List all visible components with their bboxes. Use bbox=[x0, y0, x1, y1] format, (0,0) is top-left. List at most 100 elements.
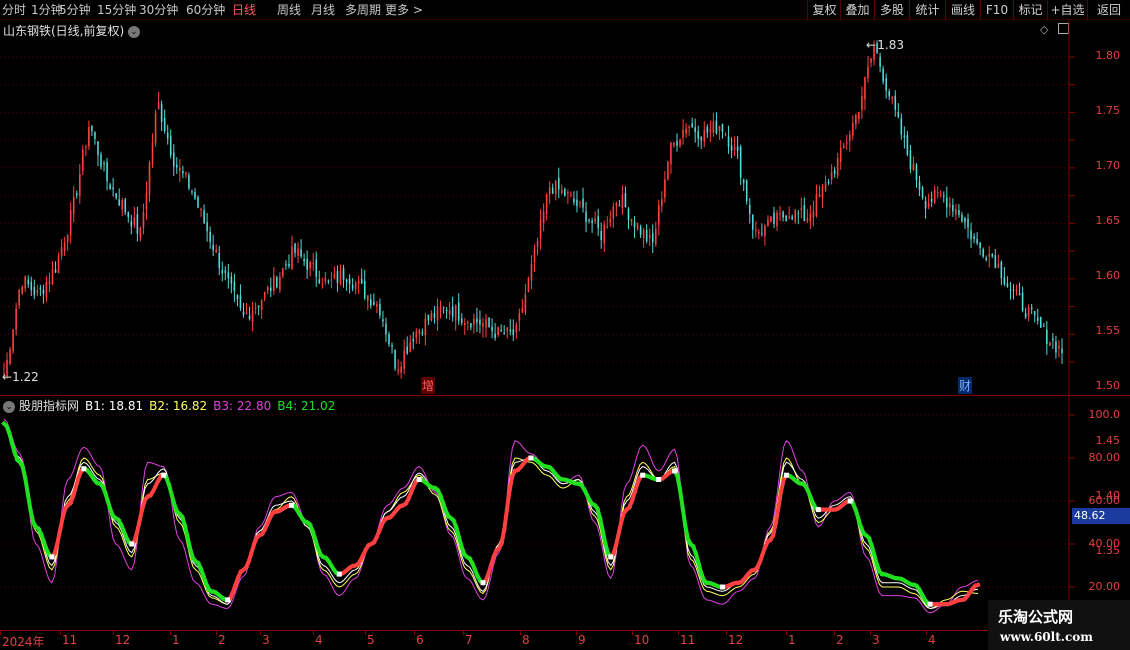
candle-body bbox=[1018, 293, 1021, 296]
candle-body bbox=[1061, 348, 1063, 354]
candle-body bbox=[524, 294, 527, 313]
candle-body bbox=[670, 142, 672, 165]
period-tab-3[interactable]: 15分钟 bbox=[97, 2, 136, 18]
period-tab-2[interactable]: 5分钟 bbox=[59, 2, 91, 18]
period-tab-1[interactable]: 1分钟 bbox=[31, 2, 63, 18]
toolbar-button-2[interactable]: 多股 bbox=[874, 0, 909, 20]
candle-body bbox=[906, 135, 909, 155]
toolbar-button-8[interactable]: 返回 bbox=[1087, 0, 1130, 20]
candle-body bbox=[142, 212, 145, 228]
date-label: 3 bbox=[262, 633, 270, 647]
toolbar-button-6[interactable]: 标记 bbox=[1013, 0, 1047, 20]
candle-body bbox=[527, 278, 530, 293]
candle-body bbox=[773, 212, 775, 224]
candle-body bbox=[991, 253, 994, 257]
candle-body bbox=[1003, 277, 1006, 285]
signal-marker bbox=[416, 477, 422, 482]
candle-body bbox=[624, 192, 627, 207]
candle-body bbox=[858, 112, 860, 119]
candle-body bbox=[891, 97, 894, 99]
candle-body bbox=[712, 121, 715, 133]
candle-body bbox=[921, 187, 924, 198]
candle-body bbox=[1006, 283, 1009, 287]
date-tick bbox=[834, 631, 835, 635]
toolbar-button-3[interactable]: 统计 bbox=[909, 0, 945, 20]
candle-body bbox=[321, 284, 324, 286]
date-tick bbox=[170, 631, 171, 635]
candle-body bbox=[118, 199, 120, 206]
candle-body bbox=[888, 91, 891, 97]
candle-body bbox=[348, 278, 351, 285]
candle-body bbox=[194, 191, 196, 199]
period-tab-8[interactable]: 月线 bbox=[311, 2, 335, 18]
candle-body bbox=[485, 319, 487, 328]
candle-body bbox=[30, 281, 33, 291]
candle-body bbox=[406, 346, 408, 354]
candle-body bbox=[370, 299, 372, 306]
candle-body bbox=[642, 230, 645, 239]
price-chart-panel[interactable]: 山东钢铁(日线,前复权) ⌄ ◇ 1.80 1.75 1.70 1.65 1.60 1.5… bbox=[0, 20, 1130, 612]
b4-segment bbox=[504, 487, 512, 512]
candle-body bbox=[664, 179, 666, 198]
candle-body bbox=[242, 311, 245, 315]
candle-body bbox=[727, 136, 730, 147]
price-tick-label: 1.70 bbox=[1095, 159, 1121, 172]
toolbar-button-1[interactable]: 叠加 bbox=[840, 0, 874, 20]
candle-body bbox=[24, 276, 27, 289]
date-label: 10 bbox=[634, 633, 650, 647]
candle-body bbox=[224, 270, 227, 273]
candle-body bbox=[818, 193, 821, 197]
candle-body bbox=[51, 269, 54, 284]
candlestick-chart[interactable] bbox=[0, 20, 1130, 395]
candle-body bbox=[288, 264, 290, 267]
toolbar-button-4[interactable]: 画线 bbox=[945, 0, 980, 20]
candle-body bbox=[88, 127, 90, 147]
candle-body bbox=[755, 229, 757, 232]
candle-body bbox=[157, 102, 160, 110]
period-tab-9[interactable]: 多周期 bbox=[345, 2, 381, 18]
signal-marker bbox=[656, 477, 662, 482]
candle-body bbox=[736, 146, 739, 151]
event-marker-zeng[interactable]: 增 bbox=[421, 377, 436, 394]
toolbar-button-0[interactable]: 复权 bbox=[807, 0, 841, 20]
candle-body bbox=[330, 279, 333, 281]
candle-body bbox=[197, 197, 199, 208]
candle-body bbox=[791, 216, 793, 220]
candle-body bbox=[1052, 338, 1054, 341]
candle-body bbox=[870, 58, 872, 63]
candle-body bbox=[379, 303, 381, 316]
period-tab-10[interactable]: 更多 > bbox=[385, 2, 423, 18]
candle-body bbox=[961, 214, 963, 222]
candle-body bbox=[612, 206, 615, 219]
candle-body bbox=[591, 220, 593, 224]
b4-segment bbox=[674, 473, 683, 492]
candle-body bbox=[60, 247, 63, 257]
period-tab-0[interactable]: 分时 bbox=[2, 2, 26, 18]
candle-body bbox=[227, 272, 230, 279]
candle-body bbox=[203, 210, 205, 224]
indicator-panel[interactable]: ⌄ 股朋指标网 B1: 18.81 B2: 16.82 B3: 22.80 B4: 21.… bbox=[0, 395, 1130, 631]
toolbar-button-5[interactable]: F10 bbox=[980, 0, 1013, 20]
period-tab-7[interactable]: 周线 bbox=[277, 2, 301, 18]
candle-body bbox=[136, 214, 139, 234]
period-tab-4[interactable]: 30分钟 bbox=[139, 2, 178, 18]
candle-body bbox=[115, 193, 117, 198]
candle-body bbox=[94, 132, 96, 139]
candle-body bbox=[748, 204, 751, 214]
period-tab-5[interactable]: 60分钟 bbox=[186, 2, 225, 18]
candle-body bbox=[654, 228, 657, 245]
toolbar-button-7[interactable]: +自选 bbox=[1047, 0, 1087, 20]
candle-body bbox=[542, 211, 545, 223]
candle-body bbox=[815, 193, 818, 216]
candle-body bbox=[494, 333, 496, 339]
candle-body bbox=[166, 132, 169, 139]
candle-body bbox=[997, 263, 1000, 268]
candle-body bbox=[1027, 307, 1030, 317]
candle-body bbox=[936, 191, 939, 193]
indicator-chart[interactable] bbox=[0, 396, 1130, 631]
period-tab-6[interactable]: 日线 bbox=[232, 2, 256, 18]
candle-body bbox=[185, 173, 187, 175]
event-marker-cai[interactable]: 财 bbox=[958, 377, 973, 394]
candle-body bbox=[606, 226, 609, 228]
candle-body bbox=[979, 242, 981, 248]
